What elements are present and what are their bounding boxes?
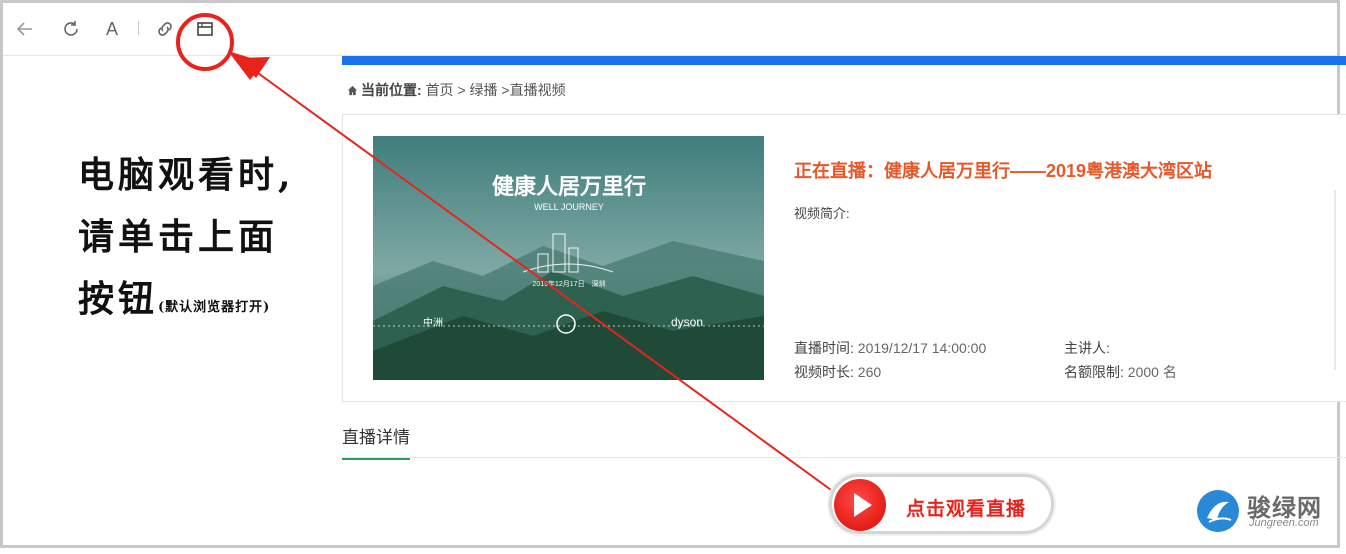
video-intro-label: 视频简介: — [794, 206, 850, 221]
scroll-track[interactable] — [1334, 190, 1336, 370]
poster-brand-right: dyson — [671, 315, 703, 329]
highlight-circle — [176, 13, 234, 71]
instruction-line-3: 按钮(默认浏览器打开) — [78, 270, 270, 322]
poster-subline: WELL JOURNEY — [534, 202, 604, 212]
poster-date-place: 2019年12月17日 深圳 — [532, 279, 605, 288]
live-time-value: 2019/12/17 14:00:00 — [857, 340, 987, 356]
duration-label: 视频时长: — [794, 364, 854, 380]
play-icon — [834, 479, 886, 531]
site-logo: 骏绿网 Jungreen.com — [1197, 490, 1337, 534]
breadcrumb-label: 当前位置: — [361, 82, 422, 98]
quota-value: 2000 名 — [1127, 364, 1177, 380]
duration-value: 260 — [857, 364, 882, 380]
speaker-row: 主讲人: — [1064, 338, 1110, 358]
poster-headline: 健康人居万里行 — [492, 174, 646, 199]
live-time-row: 直播时间: 2019/12/17 14:00:00 — [794, 338, 986, 358]
toolbar-separator — [138, 21, 139, 35]
quota-row: 名额限制: 2000 名 — [1064, 362, 1177, 382]
instruction-line-2: 请单击上面 — [78, 216, 279, 258]
home-icon — [347, 85, 358, 96]
video-card: 健康人居万里行 WELL JOURNEY 2019年12月17日 深圳 中洲 d… — [342, 114, 1346, 402]
logo-sub: Jungreen.com — [1249, 517, 1319, 529]
top-blue-bar — [342, 56, 1346, 65]
breadcrumb-path[interactable]: 首页 > 绿播 >直播视频 — [426, 82, 566, 98]
live-time-label: 直播时间: — [794, 340, 854, 356]
font-icon[interactable]: A — [100, 17, 124, 41]
link-icon[interactable] — [153, 17, 177, 41]
quota-label: 名额限制: — [1064, 364, 1124, 380]
live-title: 正在直播：健康人居万里行——2019粤港澳大湾区站 — [794, 161, 1213, 181]
instruction-line-3-note: (默认浏览器打开) — [158, 300, 271, 315]
speaker-label: 主讲人: — [1064, 340, 1110, 356]
back-arrow-icon[interactable] — [13, 17, 37, 41]
font-icon-label: A — [105, 19, 118, 39]
logo-mark-icon — [1197, 490, 1239, 532]
watch-live-label: 点击观看直播 — [906, 499, 1027, 520]
watch-live-button[interactable]: 点击观看直播 — [829, 474, 1054, 534]
poster-brand-left: 中洲 — [423, 316, 443, 329]
video-poster[interactable]: 健康人居万里行 WELL JOURNEY 2019年12月17日 深圳 中洲 d… — [373, 136, 764, 380]
instruction-line-1: 电脑观看时, — [78, 154, 295, 196]
breadcrumb: 当前位置: 首页 > 绿播 >直播视频 — [347, 80, 566, 100]
instruction-line-3-main: 按钮 — [78, 278, 159, 320]
duration-row: 视频时长: 260 — [794, 362, 881, 382]
tab-live-details[interactable]: 直播详情 — [342, 423, 410, 460]
tab-underline — [342, 457, 1346, 458]
refresh-icon[interactable] — [59, 17, 83, 41]
